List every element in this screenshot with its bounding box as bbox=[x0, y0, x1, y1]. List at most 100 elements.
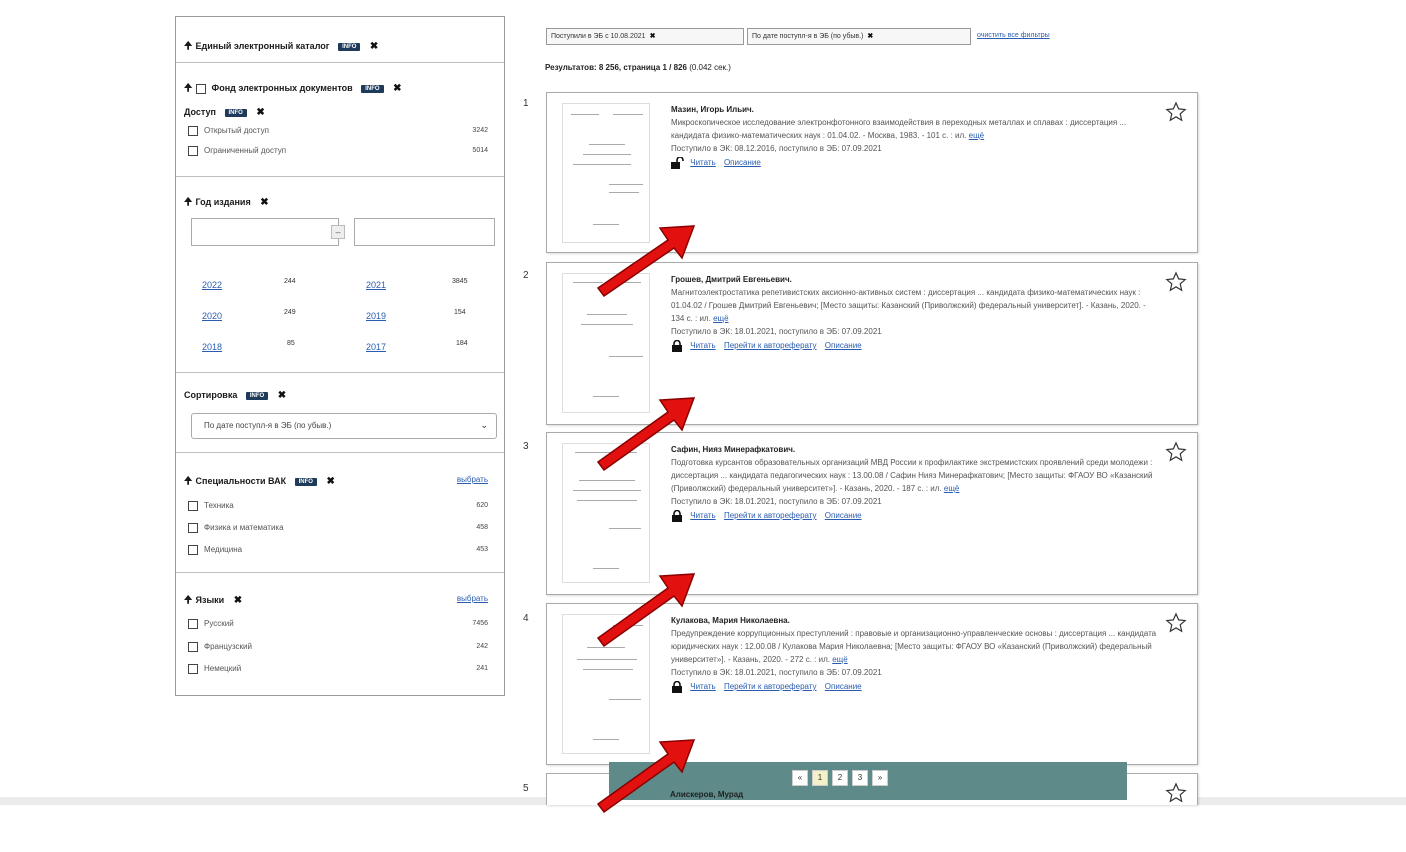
filter-chip-sort[interactable]: По дате поступл-я в ЭБ (по убыв.) ✖ bbox=[747, 28, 971, 45]
checkbox[interactable] bbox=[188, 642, 198, 652]
close-icon[interactable]: ✖ bbox=[256, 107, 264, 118]
pin-icon[interactable]: 🠉 bbox=[184, 81, 193, 98]
close-icon[interactable]: ✖ bbox=[650, 33, 656, 40]
result-card: Мазин, Игорь Ильич. Микроскопическое исс… bbox=[546, 92, 1198, 253]
vak-choose-link[interactable]: выбрать bbox=[457, 475, 488, 484]
close-icon[interactable]: ✖ bbox=[234, 595, 242, 606]
star-icon[interactable] bbox=[1165, 612, 1187, 634]
read-link[interactable]: Читать bbox=[690, 511, 715, 520]
year-count-2019: 154 bbox=[454, 309, 466, 316]
filter-chip-date[interactable]: Поступили в ЭБ с 10.08.2021 ✖ bbox=[546, 28, 744, 45]
year-from-input[interactable] bbox=[191, 218, 339, 246]
result-author[interactable]: Сафин, Нияз Минерафкатович. bbox=[671, 443, 1157, 456]
close-icon[interactable]: ✖ bbox=[326, 476, 334, 487]
checkbox[interactable] bbox=[188, 664, 198, 674]
document-thumbnail[interactable] bbox=[562, 273, 650, 413]
more-link[interactable]: ещё bbox=[944, 484, 959, 493]
sort-select[interactable]: По дате поступл-я в ЭБ (по убыв.) ⌄ bbox=[191, 413, 497, 439]
checkbox[interactable] bbox=[188, 501, 198, 511]
star-icon[interactable] bbox=[1165, 271, 1187, 293]
close-icon[interactable]: ✖ bbox=[370, 41, 378, 52]
result-author[interactable]: Грошев, Дмитрий Евгеньевич. bbox=[671, 273, 1157, 286]
star-icon[interactable] bbox=[1165, 782, 1187, 804]
pin-icon[interactable]: 🠉 bbox=[184, 593, 193, 610]
year-link-2022[interactable]: 2022 bbox=[202, 280, 222, 290]
more-link[interactable]: ещё bbox=[969, 131, 984, 140]
abstract-link[interactable]: Перейти к автореферату bbox=[724, 682, 817, 691]
unlock-icon bbox=[671, 156, 684, 169]
result-author[interactable]: Алискеров, Мурад bbox=[670, 790, 743, 799]
fund-checkbox[interactable] bbox=[195, 83, 206, 94]
read-link[interactable]: Читать bbox=[690, 682, 715, 691]
close-icon[interactable]: ✖ bbox=[260, 197, 268, 208]
lock-icon bbox=[672, 680, 682, 693]
access-open-option[interactable]: Открытый доступ 3242 bbox=[188, 126, 488, 136]
close-icon[interactable]: ✖ bbox=[867, 33, 873, 40]
document-thumbnail[interactable] bbox=[562, 443, 650, 583]
checkbox[interactable] bbox=[188, 523, 198, 533]
prev-page-button[interactable]: « bbox=[792, 770, 808, 786]
more-link[interactable]: ещё bbox=[832, 655, 847, 664]
description-link[interactable]: Описание bbox=[825, 682, 862, 691]
sort-selected-value: По дате поступл-я в ЭБ (по убыв.) bbox=[204, 421, 332, 430]
checkbox[interactable] bbox=[188, 146, 198, 156]
checkbox[interactable] bbox=[188, 126, 198, 136]
option-label: Немецкий bbox=[204, 664, 242, 674]
lang-choose-link[interactable]: выбрать bbox=[457, 594, 488, 603]
year-link-2019[interactable]: 2019 bbox=[366, 311, 386, 321]
read-link[interactable]: Читать bbox=[690, 341, 715, 350]
document-thumbnail[interactable] bbox=[562, 103, 650, 243]
result-author[interactable]: Мазин, Игорь Ильич. bbox=[671, 103, 1157, 116]
next-page-button[interactable]: » bbox=[872, 770, 888, 786]
year-link-2021[interactable]: 2021 bbox=[366, 280, 386, 290]
lang-option[interactable]: Французский 242 bbox=[188, 642, 488, 652]
access-restricted-option[interactable]: Ограниченный доступ 5014 bbox=[188, 146, 488, 156]
results-count: Результатов: 8 256, страница 1 / 826 bbox=[545, 63, 687, 72]
fund-title: Фонд электронных документов bbox=[211, 83, 353, 93]
result-author[interactable]: Кулакова, Мария Николаевна. bbox=[671, 614, 1157, 627]
info-badge[interactable]: INFO bbox=[338, 42, 361, 51]
result-body: Мазин, Игорь Ильич. Микроскопическое исс… bbox=[671, 103, 1157, 169]
pin-icon[interactable]: 🠉 bbox=[184, 474, 193, 491]
info-badge[interactable]: INFO bbox=[294, 477, 317, 486]
pin-icon[interactable]: 🠉 bbox=[184, 39, 193, 56]
page-3-button[interactable]: 3 bbox=[852, 770, 868, 786]
more-link[interactable]: ещё bbox=[713, 314, 728, 323]
result-number: 2 bbox=[523, 270, 529, 281]
checkbox[interactable] bbox=[188, 619, 198, 629]
lang-section: 🠉 Языки ✖ выбрать Русский 7456 Французск… bbox=[176, 573, 504, 695]
checkbox[interactable] bbox=[188, 545, 198, 555]
page-1-button[interactable]: 1 bbox=[812, 770, 828, 786]
lang-option[interactable]: Немецкий 241 bbox=[188, 664, 488, 674]
year-to-input[interactable] bbox=[354, 218, 495, 246]
vak-option[interactable]: Физика и математика 458 bbox=[188, 523, 488, 533]
description-link[interactable]: Описание bbox=[724, 158, 761, 167]
year-link-2018[interactable]: 2018 bbox=[202, 342, 222, 352]
year-link-2017[interactable]: 2017 bbox=[366, 342, 386, 352]
vak-option[interactable]: Медицина 453 bbox=[188, 545, 488, 555]
close-icon[interactable]: ✖ bbox=[393, 83, 401, 94]
option-label: Русский bbox=[204, 619, 234, 629]
star-icon[interactable] bbox=[1165, 441, 1187, 463]
chevron-down-icon: ⌄ bbox=[480, 420, 488, 430]
fund-access-section: 🠉 Фонд электронных документов INFO ✖ Дос… bbox=[176, 63, 504, 177]
description-link[interactable]: Описание bbox=[825, 341, 862, 350]
star-icon[interactable] bbox=[1165, 101, 1187, 123]
info-badge[interactable]: INFO bbox=[361, 84, 384, 93]
filter-sidebar: 🠉 Единый электронный каталог INFO ✖ 🠉 Фо… bbox=[175, 16, 505, 696]
year-link-2020[interactable]: 2020 bbox=[202, 311, 222, 321]
clear-filters-link[interactable]: очистить все фильтры bbox=[977, 32, 1050, 39]
page-2-button[interactable]: 2 bbox=[832, 770, 848, 786]
read-link[interactable]: Читать bbox=[690, 158, 715, 167]
info-badge[interactable]: INFO bbox=[224, 108, 247, 117]
vak-option[interactable]: Техника 620 bbox=[188, 501, 488, 511]
close-icon[interactable]: ✖ bbox=[278, 390, 286, 401]
document-thumbnail[interactable] bbox=[562, 614, 650, 754]
description-link[interactable]: Описание bbox=[825, 511, 862, 520]
lang-option[interactable]: Русский 7456 bbox=[188, 619, 488, 629]
abstract-link[interactable]: Перейти к автореферату bbox=[724, 341, 817, 350]
option-count: 3242 bbox=[472, 127, 488, 134]
pin-icon[interactable]: 🠉 bbox=[184, 195, 193, 212]
abstract-link[interactable]: Перейти к автореферату bbox=[724, 511, 817, 520]
info-badge[interactable]: INFO bbox=[245, 391, 269, 400]
